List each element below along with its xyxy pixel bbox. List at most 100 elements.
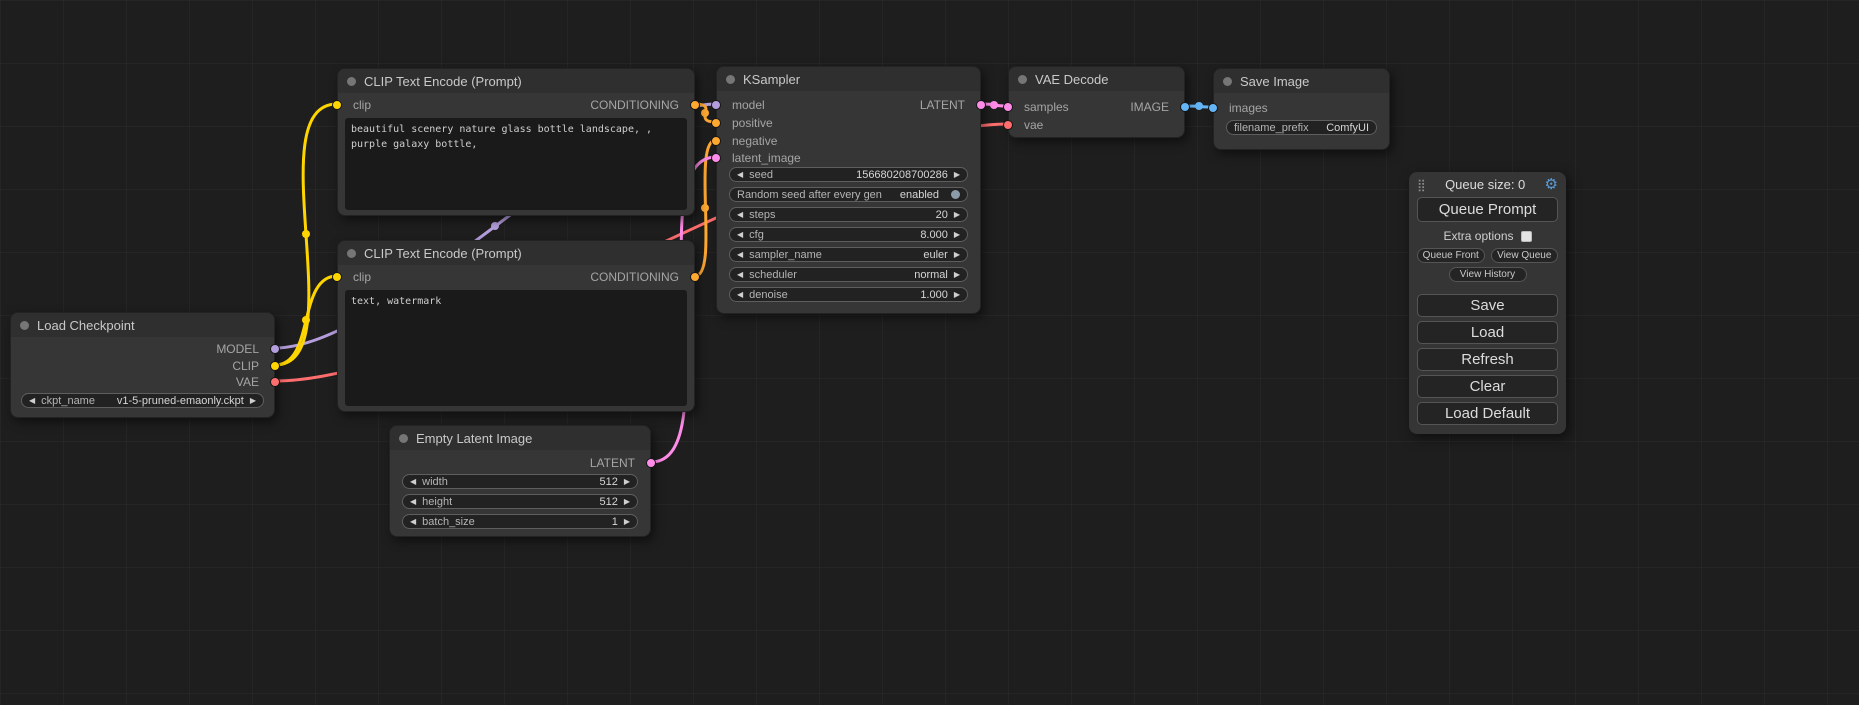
widget-label: sampler_name bbox=[749, 249, 822, 261]
widget-increment-icon[interactable]: ▶ bbox=[624, 478, 630, 486]
widget-increment-icon[interactable]: ▶ bbox=[624, 518, 630, 526]
node-ksampler[interactable]: KSampler model positive negative latent_… bbox=[716, 66, 981, 314]
widget-value: euler bbox=[923, 249, 947, 261]
input-port-negative[interactable] bbox=[711, 136, 721, 146]
output-port-vae[interactable] bbox=[270, 377, 280, 387]
widget-increment-icon[interactable]: ▶ bbox=[624, 498, 630, 506]
widget-decrement-icon[interactable]: ◀ bbox=[737, 231, 743, 239]
load-button[interactable]: Load bbox=[1417, 321, 1558, 344]
widget-decrement-icon[interactable]: ◀ bbox=[410, 518, 416, 526]
widget-denoise[interactable]: ◀ denoise 1.000 ▶ bbox=[729, 287, 968, 302]
node-save-image[interactable]: Save Image images filename_prefix ComfyU… bbox=[1213, 68, 1390, 150]
queue-small-buttons-row: Queue Front View Queue bbox=[1417, 248, 1558, 263]
view-queue-button[interactable]: View Queue bbox=[1491, 248, 1559, 263]
node-empty-latent-image[interactable]: Empty Latent Image LATENT ◀ width 512 ▶ … bbox=[389, 425, 651, 537]
widget-increment-icon[interactable]: ▶ bbox=[954, 251, 960, 259]
widget-decrement-icon[interactable]: ◀ bbox=[737, 291, 743, 299]
widget-increment-icon[interactable]: ▶ bbox=[250, 397, 256, 405]
node-vae-decode[interactable]: VAE Decode samples vae IMAGE bbox=[1008, 66, 1185, 138]
input-port-clip[interactable] bbox=[332, 272, 342, 282]
widget-filename-prefix[interactable]: filename_prefix ComfyUI bbox=[1226, 120, 1377, 135]
widget-decrement-icon[interactable]: ◀ bbox=[737, 171, 743, 179]
extra-options-checkbox[interactable] bbox=[1521, 231, 1532, 242]
queue-front-button[interactable]: Queue Front bbox=[1417, 248, 1485, 263]
widget-decrement-icon[interactable]: ◀ bbox=[737, 251, 743, 259]
node-clip-text-encode-positive[interactable]: CLIP Text Encode (Prompt) clip CONDITION… bbox=[337, 68, 695, 216]
widget-batch-size[interactable]: ◀ batch_size 1 ▶ bbox=[402, 514, 638, 529]
widget-label: scheduler bbox=[749, 269, 797, 281]
widget-width[interactable]: ◀ width 512 ▶ bbox=[402, 474, 638, 489]
widget-value: ComfyUI bbox=[1326, 122, 1369, 134]
widget-decrement-icon[interactable]: ◀ bbox=[29, 397, 35, 405]
collapse-dot[interactable] bbox=[1223, 77, 1232, 86]
widget-ckpt-name[interactable]: ◀ ckpt_name v1-5-pruned-emaonly.ckpt ▶ bbox=[21, 393, 264, 408]
collapse-dot[interactable] bbox=[726, 75, 735, 84]
node-clip-text-encode-negative[interactable]: CLIP Text Encode (Prompt) clip CONDITION… bbox=[337, 240, 695, 412]
clear-button[interactable]: Clear bbox=[1417, 375, 1558, 398]
collapse-dot[interactable] bbox=[20, 321, 29, 330]
input-port-samples[interactable] bbox=[1003, 102, 1013, 112]
input-port-vae[interactable] bbox=[1003, 120, 1013, 130]
widget-decrement-icon[interactable]: ◀ bbox=[410, 478, 416, 486]
widget-label: steps bbox=[749, 209, 775, 221]
widget-label: seed bbox=[749, 169, 773, 181]
node-load-checkpoint[interactable]: Load Checkpoint MODEL CLIP VAE ◀ ckpt_na… bbox=[10, 312, 275, 418]
widget-cfg[interactable]: ◀ cfg 8.000 ▶ bbox=[729, 227, 968, 242]
input-port-images[interactable] bbox=[1208, 103, 1218, 113]
input-port-latent-image[interactable] bbox=[711, 153, 721, 163]
widget-steps[interactable]: ◀ steps 20 ▶ bbox=[729, 207, 968, 222]
node-graph-canvas[interactable]: Load Checkpoint MODEL CLIP VAE ◀ ckpt_na… bbox=[0, 0, 1859, 705]
input-port-clip[interactable] bbox=[332, 100, 342, 110]
output-port-latent[interactable] bbox=[646, 458, 656, 468]
input-port-model[interactable] bbox=[711, 100, 721, 110]
node-titlebar[interactable]: Load Checkpoint bbox=[11, 313, 274, 337]
widget-seed[interactable]: ◀ seed 156680208700286 ▶ bbox=[729, 167, 968, 182]
node-titlebar[interactable]: Empty Latent Image bbox=[390, 426, 650, 450]
input-label-positive: positive bbox=[732, 116, 773, 130]
widget-decrement-icon[interactable]: ◀ bbox=[410, 498, 416, 506]
node-titlebar[interactable]: CLIP Text Encode (Prompt) bbox=[338, 69, 694, 93]
widget-label: filename_prefix bbox=[1234, 122, 1309, 134]
queue-panel: ⣿ Queue size: 0 ⚙ Queue Prompt Extra opt… bbox=[1409, 172, 1566, 434]
node-titlebar[interactable]: CLIP Text Encode (Prompt) bbox=[338, 241, 694, 265]
widget-value: normal bbox=[914, 269, 948, 281]
widget-increment-icon[interactable]: ▶ bbox=[954, 171, 960, 179]
widget-scheduler[interactable]: ◀ scheduler normal ▶ bbox=[729, 267, 968, 282]
save-button[interactable]: Save bbox=[1417, 294, 1558, 317]
widget-random-seed-toggle[interactable]: Random seed after every gen enabled bbox=[729, 187, 968, 202]
collapse-dot[interactable] bbox=[1018, 75, 1027, 84]
collapse-dot[interactable] bbox=[347, 77, 356, 86]
output-port-clip[interactable] bbox=[270, 361, 280, 371]
drag-handle-icon[interactable]: ⣿ bbox=[1417, 179, 1426, 191]
widget-height[interactable]: ◀ height 512 ▶ bbox=[402, 494, 638, 509]
prompt-textarea[interactable]: beautiful scenery nature glass bottle la… bbox=[345, 118, 687, 210]
load-default-button[interactable]: Load Default bbox=[1417, 402, 1558, 425]
input-label-latent-image: latent_image bbox=[732, 151, 801, 165]
output-port-conditioning[interactable] bbox=[690, 272, 700, 282]
input-label-vae: vae bbox=[1024, 118, 1043, 132]
refresh-button[interactable]: Refresh bbox=[1417, 348, 1558, 371]
widget-increment-icon[interactable]: ▶ bbox=[954, 271, 960, 279]
widget-increment-icon[interactable]: ▶ bbox=[954, 231, 960, 239]
node-titlebar[interactable]: Save Image bbox=[1214, 69, 1389, 93]
widget-decrement-icon[interactable]: ◀ bbox=[737, 271, 743, 279]
output-port-conditioning[interactable] bbox=[690, 100, 700, 110]
toggle-dot-icon[interactable] bbox=[951, 190, 960, 199]
output-port-latent[interactable] bbox=[976, 100, 986, 110]
queue-prompt-button[interactable]: Queue Prompt bbox=[1417, 197, 1558, 222]
node-titlebar[interactable]: KSampler bbox=[717, 67, 980, 91]
widget-decrement-icon[interactable]: ◀ bbox=[737, 211, 743, 219]
widget-sampler-name[interactable]: ◀ sampler_name euler ▶ bbox=[729, 247, 968, 262]
view-history-button[interactable]: View History bbox=[1449, 267, 1527, 282]
output-port-image[interactable] bbox=[1180, 102, 1190, 112]
widget-increment-icon[interactable]: ▶ bbox=[954, 291, 960, 299]
collapse-dot[interactable] bbox=[399, 434, 408, 443]
widget-increment-icon[interactable]: ▶ bbox=[954, 211, 960, 219]
node-titlebar[interactable]: VAE Decode bbox=[1009, 67, 1184, 91]
input-port-positive[interactable] bbox=[711, 118, 721, 128]
node-title: Empty Latent Image bbox=[416, 431, 532, 446]
output-port-model[interactable] bbox=[270, 344, 280, 354]
collapse-dot[interactable] bbox=[347, 249, 356, 258]
settings-gear-icon[interactable]: ⚙ bbox=[1545, 177, 1558, 192]
prompt-textarea[interactable]: text, watermark bbox=[345, 290, 687, 406]
